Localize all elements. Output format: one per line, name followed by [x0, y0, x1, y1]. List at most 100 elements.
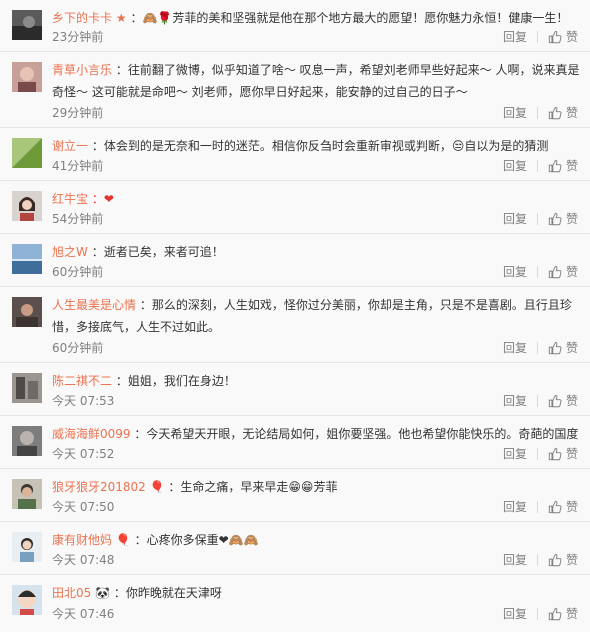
- avatar[interactable]: [12, 244, 42, 274]
- comment-time: 41分钟前: [52, 159, 104, 173]
- like-button[interactable]: 赞: [548, 157, 578, 175]
- comment-time: 60分钟前: [52, 265, 104, 279]
- reply-button[interactable]: 回复: [503, 157, 527, 175]
- avatar[interactable]: [12, 532, 42, 562]
- avatar[interactable]: [12, 479, 42, 509]
- action-divider: [536, 554, 538, 566]
- reply-button[interactable]: 回复: [503, 339, 527, 357]
- comment-time: 29分钟前: [52, 106, 104, 120]
- username-link[interactable]: 陈二祺不二: [52, 374, 112, 388]
- comment-item: 乡下的卡卡 ★ ：🙈🌹芳菲的美和坚强就是他在那个地方最大的愿望！愿你魅力永恒！健…: [0, 0, 590, 52]
- username-link[interactable]: 谢立一: [52, 139, 88, 153]
- thumbs-up-icon: [548, 341, 562, 355]
- like-label: 赞: [565, 30, 578, 44]
- comment-text: ：❤: [91, 192, 114, 206]
- avatar[interactable]: [12, 426, 42, 456]
- avatar[interactable]: [12, 373, 42, 403]
- like-button[interactable]: 赞: [548, 339, 578, 357]
- username-link[interactable]: 威海海鲜0099: [52, 427, 131, 441]
- username-link[interactable]: 旭之W: [52, 245, 88, 259]
- avatar[interactable]: [12, 585, 42, 615]
- reply-button[interactable]: 回复: [503, 263, 527, 281]
- reply-button[interactable]: 回复: [503, 605, 527, 623]
- comment-text: ：姐姐，我们在身边！: [115, 374, 236, 388]
- username-link[interactable]: 红牛宝: [52, 192, 88, 206]
- comment-time: 60分钟前: [52, 341, 104, 355]
- comment-meta: 60分钟前 回复 赞: [52, 263, 578, 281]
- user-badge: 🎈: [115, 533, 131, 547]
- comment-time: 今天 07:46: [52, 607, 115, 621]
- comment-meta: 今天 07:50 回复 赞: [52, 498, 578, 516]
- username-link[interactable]: 青草小言乐: [52, 63, 112, 77]
- thumbs-up-icon: [548, 265, 562, 279]
- comment-body: 青草小言乐 ：往前翻了微博，似乎知道了啥～ 叹息一声，希望刘老师早些好起来～ 人…: [52, 59, 580, 103]
- avatar[interactable]: [12, 138, 42, 168]
- comment-meta: 54分钟前 回复 赞: [52, 210, 578, 228]
- reply-button[interactable]: 回复: [503, 551, 527, 569]
- comment-time: 23分钟前: [52, 30, 104, 44]
- like-label: 赞: [565, 159, 578, 173]
- action-divider: [536, 395, 538, 407]
- comment-item: 陈二祺不二 ：姐姐，我们在身边！ 今天 07:53 回复 赞: [0, 363, 590, 416]
- comment-time: 今天 07:53: [52, 394, 115, 408]
- username-link[interactable]: 康有财他妈: [52, 533, 112, 547]
- comment-text: ：今天希望天开眼，无论结局如何，姐你要坚强。他也希望你能快乐的。奇葩的国度: [134, 427, 579, 441]
- reply-button[interactable]: 回复: [503, 28, 527, 46]
- like-button[interactable]: 赞: [548, 104, 578, 122]
- comment-time: 今天 07:50: [52, 500, 115, 514]
- comment-meta: 41分钟前 回复 赞: [52, 157, 578, 175]
- action-divider: [536, 31, 538, 43]
- reply-button[interactable]: 回复: [503, 210, 527, 228]
- reply-button[interactable]: 回复: [503, 392, 527, 410]
- username-link[interactable]: 田北05: [52, 586, 91, 600]
- like-button[interactable]: 赞: [548, 551, 578, 569]
- action-divider: [536, 448, 538, 460]
- username-link[interactable]: 狼牙狼牙201802: [52, 480, 146, 494]
- comment-item: 康有财他妈 🎈 ：心疼你多保重❤🙈🙈 今天 07:48 回复 赞: [0, 522, 590, 575]
- username-link[interactable]: 乡下的卡卡: [52, 11, 112, 25]
- comment-text: ：逝者已矣，来者可追！: [91, 245, 224, 259]
- thumbs-up-icon: [548, 394, 562, 408]
- like-button[interactable]: 赞: [548, 605, 578, 623]
- like-button[interactable]: 赞: [548, 445, 578, 463]
- comment-meta: 今天 07:48 回复 赞: [52, 551, 578, 569]
- like-label: 赞: [565, 607, 578, 621]
- like-button[interactable]: 赞: [548, 263, 578, 281]
- comment-time: 今天 07:48: [52, 553, 115, 567]
- like-label: 赞: [565, 265, 578, 279]
- user-badge: 🎈: [149, 480, 165, 494]
- like-button[interactable]: 赞: [548, 210, 578, 228]
- like-label: 赞: [565, 553, 578, 567]
- comment-body: 狼牙狼牙201802 🎈 ：生命之痛，早来早走😁😁芳菲: [52, 476, 580, 498]
- comment-item: 狼牙狼牙201802 🎈 ：生命之痛，早来早走😁😁芳菲 今天 07:50 回复 …: [0, 469, 590, 522]
- like-button[interactable]: 赞: [548, 392, 578, 410]
- like-button[interactable]: 赞: [548, 28, 578, 46]
- thumbs-up-icon: [548, 30, 562, 44]
- avatar[interactable]: [12, 10, 42, 40]
- action-divider: [536, 342, 538, 354]
- comment-text: ：🙈🌹芳菲的美和坚强就是他在那个地方最大的愿望！愿你魅力永恒！健康一生！: [130, 11, 569, 25]
- thumbs-up-icon: [548, 553, 562, 567]
- like-button[interactable]: 赞: [548, 498, 578, 516]
- avatar[interactable]: [12, 297, 42, 327]
- like-label: 赞: [565, 447, 578, 461]
- reply-button[interactable]: 回复: [503, 498, 527, 516]
- action-divider: [536, 160, 538, 172]
- action-divider: [536, 107, 538, 119]
- thumbs-up-icon: [548, 500, 562, 514]
- avatar[interactable]: [12, 62, 42, 92]
- reply-button[interactable]: 回复: [503, 104, 527, 122]
- reply-button[interactable]: 回复: [503, 445, 527, 463]
- thumbs-up-icon: [548, 447, 562, 461]
- comment-item: 旭之W ：逝者已矣，来者可追！ 60分钟前 回复 赞: [0, 234, 590, 287]
- like-label: 赞: [565, 212, 578, 226]
- comment-text: ：往前翻了微博，似乎知道了啥～ 叹息一声，希望刘老师早些好起来～ 人啊，说来真是…: [52, 63, 580, 99]
- username-link[interactable]: 人生最美是心情: [52, 298, 136, 312]
- thumbs-up-icon: [548, 607, 562, 621]
- comment-meta: 23分钟前 回复 赞: [52, 28, 578, 46]
- comment-item: 红牛宝 ：❤ 54分钟前 回复 赞: [0, 181, 590, 234]
- thumbs-up-icon: [548, 212, 562, 226]
- action-divider: [536, 608, 538, 620]
- comment-list: 乡下的卡卡 ★ ：🙈🌹芳菲的美和坚强就是他在那个地方最大的愿望！愿你魅力永恒！健…: [0, 0, 590, 628]
- avatar[interactable]: [12, 191, 42, 221]
